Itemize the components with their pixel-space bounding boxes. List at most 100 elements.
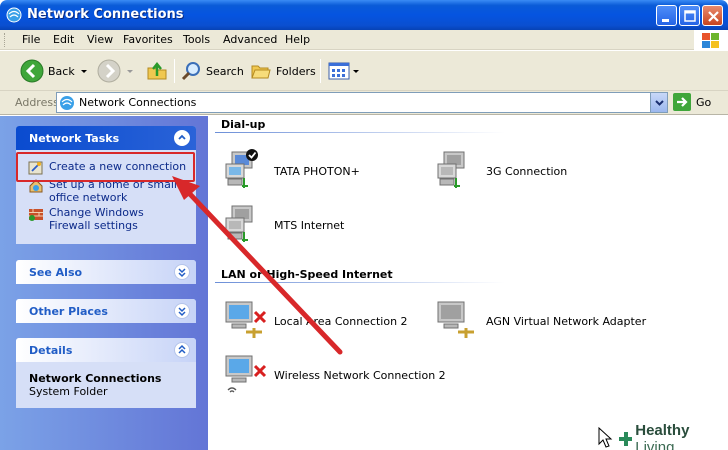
dialup-connected-icon [225, 149, 258, 188]
lan-icon [437, 301, 474, 338]
window-title: Network Connections [27, 7, 184, 22]
other-places-header[interactable]: Other Places [16, 299, 196, 323]
see-also-box: See Also [16, 260, 196, 284]
search-label: Search [206, 64, 244, 78]
network-tasks-title: Network Tasks [29, 132, 120, 145]
expand-button[interactable] [174, 303, 190, 319]
collapse-button[interactable] [174, 130, 190, 146]
views-dropdown-icon[interactable] [353, 69, 359, 73]
details-header[interactable]: Details [16, 338, 196, 362]
back-label: Back [48, 64, 75, 78]
watermark-brand-light: Living [635, 439, 675, 450]
toolbar-separator [174, 59, 175, 83]
minimize-button[interactable] [656, 5, 677, 26]
maximize-button[interactable] [679, 5, 700, 26]
search-icon [181, 62, 200, 81]
group-title-lan: LAN or High-Speed Internet [221, 268, 393, 281]
dialup-icon [437, 151, 465, 188]
folders-icon [251, 65, 271, 79]
connection-label: Wireless Network Connection 2 [274, 368, 446, 382]
menu-view[interactable]: View [87, 33, 113, 46]
folders-button[interactable]: Folders [250, 57, 316, 85]
menu-grip[interactable] [4, 33, 7, 47]
close-icon [708, 11, 719, 22]
connection-item[interactable]: MTS Internet [222, 202, 344, 248]
group-divider [215, 282, 505, 283]
chevron-up-icon [178, 344, 186, 354]
connection-item[interactable]: Local Area Connection 2 [222, 298, 408, 344]
other-places-title: Other Places [29, 305, 108, 318]
connection-label: AGN Virtual Network Adapter [486, 314, 647, 328]
toolbar: Back Search Folders [0, 51, 728, 91]
address-input[interactable]: Network Connections [56, 92, 668, 113]
lan-disconnected-icon [225, 301, 267, 338]
menu-edit[interactable]: Edit [53, 33, 74, 46]
maximize-icon [684, 10, 696, 22]
close-button[interactable] [702, 5, 723, 26]
address-label: Address [15, 96, 59, 109]
chevron-down-icon [655, 100, 664, 106]
forward-button[interactable] [97, 57, 133, 85]
forward-arrow-icon [97, 59, 121, 83]
title-bar[interactable]: Network Connections [0, 0, 728, 30]
details-type: System Folder [29, 385, 108, 398]
see-also-title: See Also [29, 266, 83, 279]
menu-file[interactable]: File [22, 33, 40, 46]
windows-logo [694, 30, 728, 50]
annotation-highlight-box [16, 152, 195, 182]
address-value: Network Connections [79, 96, 197, 109]
connection-item[interactable]: 3G Connection [434, 148, 567, 194]
expand-button[interactable] [174, 264, 190, 280]
connection-label: TATA PHOTON+ [274, 164, 360, 178]
group-divider [215, 132, 505, 133]
go-arrow-icon [673, 93, 691, 111]
back-button[interactable]: Back [20, 57, 87, 85]
connection-label: 3G Connection [486, 164, 568, 178]
network-tasks-header[interactable]: Network Tasks [16, 126, 196, 150]
menu-bar: File Edit View Favorites Tools Advanced … [0, 30, 728, 50]
windows-flag-icon [702, 33, 719, 48]
chevron-down-icon [178, 268, 186, 278]
views-icon [328, 62, 350, 80]
views-button[interactable] [327, 57, 359, 85]
plus-logo-icon [618, 432, 633, 446]
search-button[interactable]: Search [180, 57, 244, 85]
cursor-icon [598, 427, 613, 448]
wireless-disconnected-icon [225, 355, 267, 393]
menu-help[interactable]: Help [285, 33, 310, 46]
folders-label: Folders [276, 64, 316, 78]
connection-item[interactable]: Wireless Network Connection 2 [222, 352, 446, 398]
task-firewall[interactable]: Change Windows Firewall settings [28, 206, 178, 232]
back-arrow-icon [20, 59, 44, 83]
collapse-button[interactable] [174, 342, 190, 358]
network-connections-icon [60, 96, 74, 110]
menu-advanced[interactable]: Advanced [223, 33, 277, 46]
task-label: Change Windows Firewall settings [49, 206, 144, 232]
minimize-icon [662, 19, 669, 22]
dialup-icon [225, 205, 253, 242]
details-name: Network Connections [29, 372, 162, 385]
firewall-icon [29, 209, 43, 221]
menu-favorites[interactable]: Favorites [123, 33, 173, 46]
forward-dropdown-icon[interactable] [127, 69, 133, 73]
network-connections-icon [6, 7, 22, 23]
group-title-dialup: Dial-up [221, 118, 266, 131]
address-bar: Address Network Connections Go [0, 91, 728, 115]
toolbar-separator [320, 59, 321, 83]
up-folder-button[interactable] [145, 57, 169, 85]
connection-label: MTS Internet [274, 218, 345, 232]
connection-item[interactable]: AGN Virtual Network Adapter [434, 298, 646, 344]
address-dropdown-button[interactable] [650, 93, 667, 112]
network-tasks-box: Network Tasks Create a new connection Se… [16, 126, 196, 244]
connection-label: Local Area Connection 2 [274, 314, 408, 328]
connection-item[interactable]: TATA PHOTON+ [222, 148, 360, 194]
go-button[interactable]: Go [673, 93, 711, 111]
see-also-header[interactable]: See Also [16, 260, 196, 284]
details-box: Details Network Connections System Folde… [16, 338, 196, 408]
other-places-box: Other Places [16, 299, 196, 323]
chevron-down-icon [178, 307, 186, 317]
details-title: Details [29, 344, 73, 357]
up-folder-icon [147, 61, 167, 80]
menu-tools[interactable]: Tools [183, 33, 210, 46]
back-dropdown-icon[interactable] [80, 69, 87, 73]
